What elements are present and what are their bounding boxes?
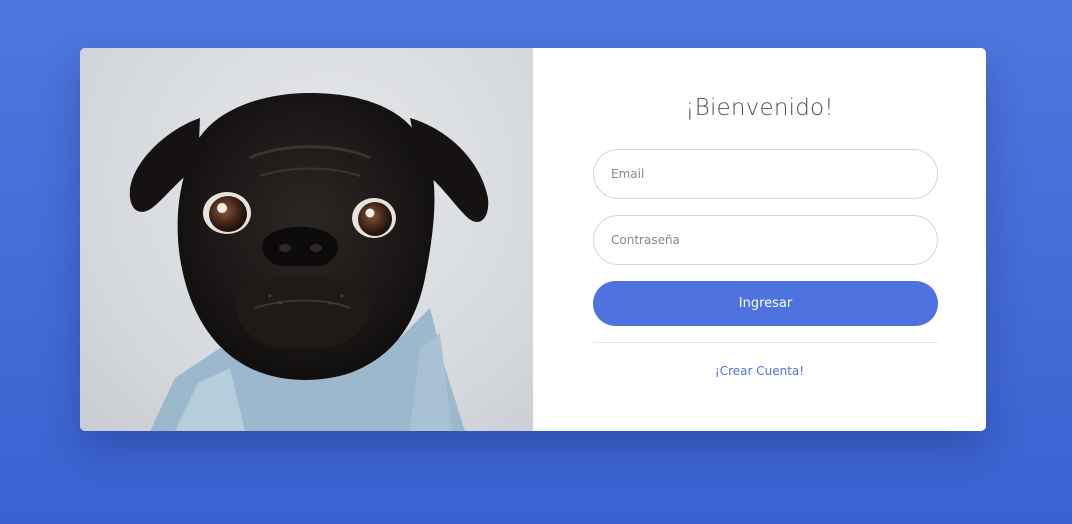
pug-photo — [80, 48, 533, 431]
welcome-title: ¡Bienvenido! — [685, 95, 834, 121]
email-input[interactable] — [593, 149, 938, 199]
password-input[interactable] — [593, 215, 938, 265]
login-button[interactable]: Ingresar — [593, 281, 938, 326]
create-account-link[interactable]: ¡Crear Cuenta! — [533, 364, 986, 378]
login-form-panel: ¡Bienvenido! Ingresar ¡Crear Cuenta! — [533, 48, 986, 431]
divider — [593, 342, 938, 343]
login-card: ¡Bienvenido! Ingresar ¡Crear Cuenta! — [80, 48, 986, 431]
